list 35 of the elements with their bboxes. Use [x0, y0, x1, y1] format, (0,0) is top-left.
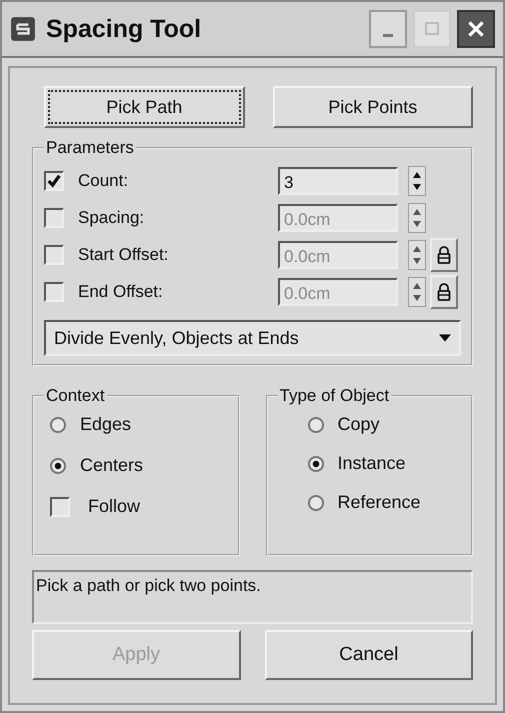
field-label: End Offset: [78, 282, 164, 302]
dialog-button[interactable]: Cancel [264, 630, 473, 680]
option-label: Reference [338, 492, 421, 513]
close-button[interactable] [457, 10, 495, 48]
caret-icon [439, 334, 451, 342]
lock-icon[interactable] [430, 274, 458, 308]
lock-icon[interactable] [430, 238, 458, 272]
checkbox[interactable] [44, 170, 64, 190]
radio-button[interactable] [308, 494, 324, 510]
group-title: Parameters [45, 138, 135, 158]
group-title: Type of Object [278, 386, 390, 406]
status-text: Pick a path or pick two points. [32, 570, 473, 624]
minimize-button[interactable] [369, 10, 407, 48]
field-label: Spacing: [78, 208, 146, 228]
field-label: Start Offset: [78, 244, 170, 264]
option-label: Edges [80, 414, 132, 435]
radio-button[interactable] [308, 456, 324, 472]
pick-button[interactable]: Pick Path [44, 86, 244, 128]
spinner-arrows-icon[interactable] [408, 166, 426, 196]
method-dropdown[interactable]: Divide Evenly, Objects at Ends [44, 320, 461, 356]
app-icon [10, 16, 36, 42]
radio-button[interactable] [50, 416, 66, 432]
radio-button[interactable] [308, 416, 324, 432]
number-field[interactable]: 3 [278, 166, 398, 194]
minimize-icon [383, 34, 393, 36]
option-label: Copy [338, 414, 380, 435]
option-label: Follow [88, 496, 140, 517]
option-label: Centers [80, 455, 144, 476]
group-title: Context [45, 386, 106, 406]
radio-button[interactable] [50, 458, 66, 474]
checkbox[interactable] [50, 496, 70, 516]
pick-button[interactable]: Pick Points [272, 86, 473, 128]
field-label: Count: [78, 170, 130, 190]
window-title: Spacing Tool [46, 14, 202, 44]
option-label: Instance [338, 453, 406, 474]
